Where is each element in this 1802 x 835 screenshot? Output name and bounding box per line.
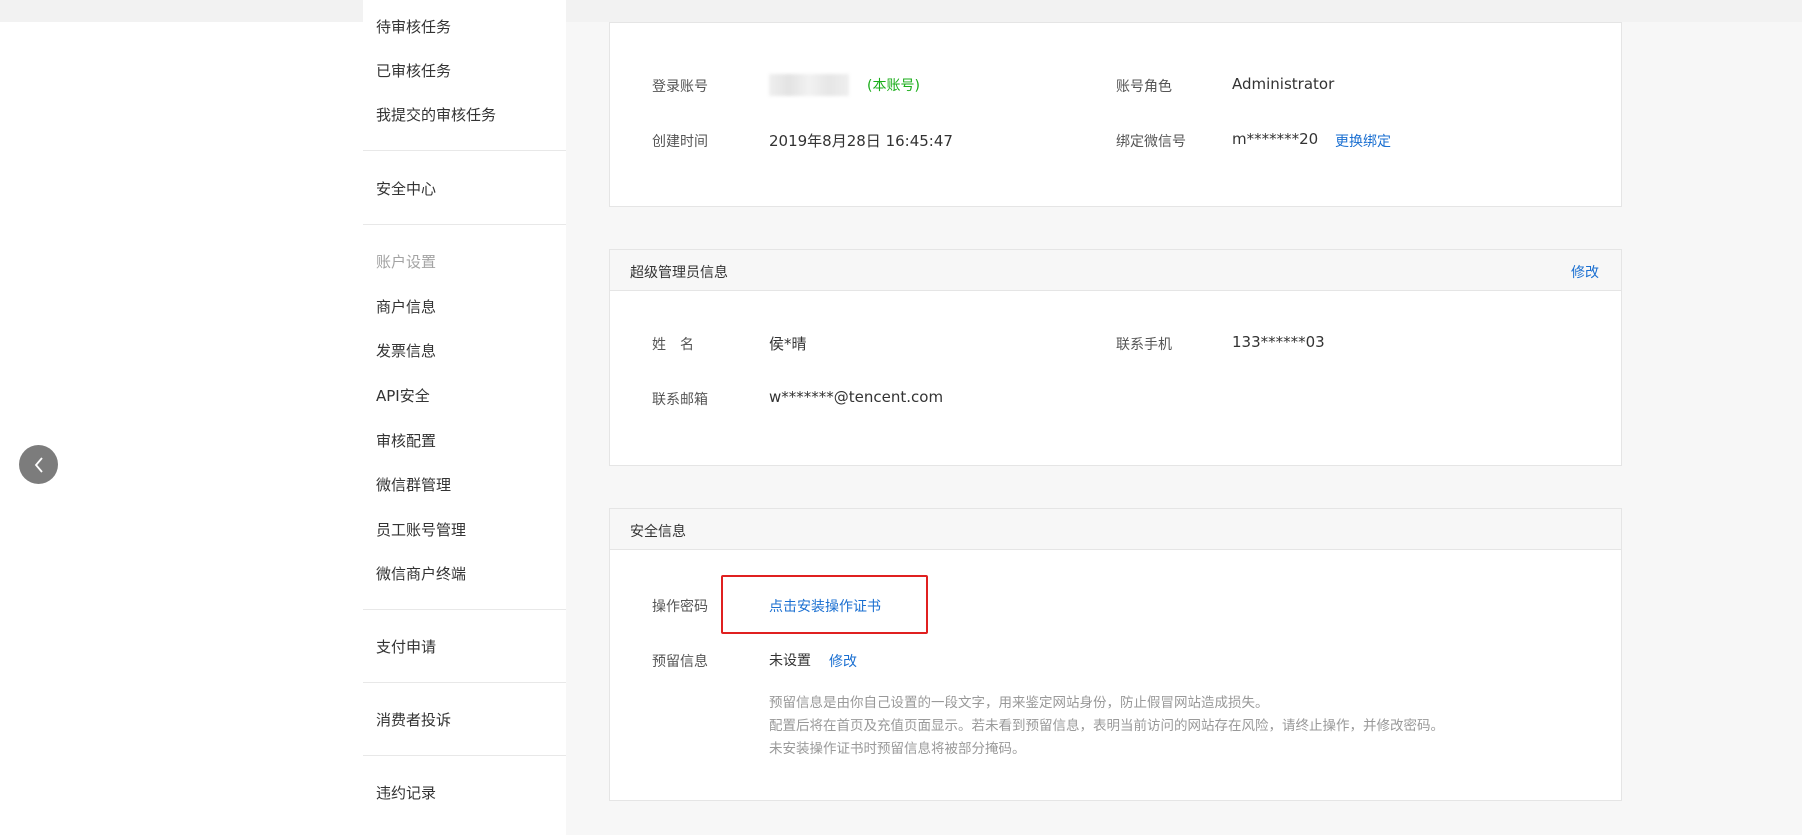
super-admin-card-title: 超级管理员信息	[630, 265, 728, 281]
admin-name-label: 姓 名	[652, 337, 694, 353]
sidebar-item-api-security[interactable]: API安全	[376, 385, 430, 406]
account-role-value: Administrator	[1232, 75, 1335, 93]
top-bar	[0, 0, 1802, 22]
account-role-label: 账号角色	[1116, 79, 1172, 95]
sidebar-item-my-submitted-tasks[interactable]: 我提交的审核任务	[376, 104, 496, 125]
login-account-label: 登录账号	[652, 79, 708, 95]
sidebar-item-pending-tasks[interactable]: 待审核任务	[376, 16, 451, 37]
bound-wechat-label: 绑定微信号	[1116, 134, 1186, 150]
super-admin-card-header: 超级管理员信息 修改	[610, 250, 1621, 291]
chevron-left-icon	[34, 456, 43, 473]
sidebar-divider	[363, 755, 566, 756]
sidebar-item-merchant-info[interactable]: 商户信息	[376, 296, 436, 317]
security-info-card-title: 安全信息	[630, 524, 686, 540]
sidebar-item-security-center[interactable]: 安全中心	[376, 178, 436, 199]
current-account-note: (本账号)	[867, 78, 920, 94]
security-info-card: 安全信息 操作密码 点击安装操作证书 预留信息 未设置 修改 预留信息是由你自己…	[609, 508, 1622, 801]
sidebar-divider	[363, 150, 566, 151]
bound-wechat-value: m*******20	[1232, 130, 1319, 148]
sidebar-item-consumer-complaints[interactable]: 消费者投诉	[376, 709, 451, 730]
sidebar-group-account-settings: 账户设置	[376, 253, 437, 271]
back-button[interactable]	[19, 445, 58, 484]
change-binding-link[interactable]: 更换绑定	[1335, 131, 1391, 151]
admin-email-value: w*******@tencent.com	[769, 388, 944, 406]
sidebar-divider	[363, 609, 566, 610]
admin-name-value: 侯*晴	[769, 335, 807, 353]
created-time-label: 创建时间	[652, 134, 708, 150]
operation-password-label: 操作密码	[652, 599, 708, 615]
sidebar-item-invoice-info[interactable]: 发票信息	[376, 340, 436, 361]
sidebar-item-review-config[interactable]: 审核配置	[376, 430, 436, 451]
highlight-annotation-box	[721, 575, 928, 634]
sidebar-divider	[363, 224, 566, 225]
admin-phone-label: 联系手机	[1116, 337, 1172, 353]
reserved-info-value: 未设置	[769, 653, 811, 669]
admin-email-label: 联系邮箱	[652, 392, 708, 408]
sidebar-item-payment-application[interactable]: 支付申请	[376, 636, 436, 657]
edit-reserved-info-link[interactable]: 修改	[829, 651, 857, 671]
reserved-info-hint-2: 配置后将在首页及充值页面显示。若未看到预留信息，表明当前访问的网站存在风险，请终…	[769, 718, 1444, 734]
sidebar: 待审核任务 已审核任务 我提交的审核任务 安全中心 账户设置 商户信息 发票信息…	[363, 0, 566, 835]
reserved-info-hint-1: 预留信息是由你自己设置的一段文字，用来鉴定网站身份，防止假冒网站造成损失。	[769, 695, 1269, 711]
sidebar-item-wechat-group-management[interactable]: 微信群管理	[376, 474, 451, 495]
account-info-card: 登录账号 (本账号) 账号角色 Administrator 创建时间 2019年…	[609, 22, 1622, 207]
created-time-value: 2019年8月28日 16:45:47	[769, 132, 953, 150]
reserved-info-label: 预留信息	[652, 654, 708, 670]
sidebar-item-violation-records[interactable]: 违约记录	[376, 782, 436, 803]
security-info-card-header: 安全信息	[610, 509, 1621, 550]
sidebar-item-staff-account-management[interactable]: 员工账号管理	[376, 519, 466, 540]
sidebar-item-wechat-merchant-terminal[interactable]: 微信商户终端	[376, 563, 466, 584]
sidebar-divider	[363, 682, 566, 683]
admin-phone-value: 133******03	[1232, 333, 1325, 351]
login-account-masked-value	[769, 74, 849, 96]
sidebar-item-reviewed-tasks[interactable]: 已审核任务	[376, 60, 451, 81]
reserved-info-hint-3: 未安装操作证书时预留信息将被部分掩码。	[769, 741, 1026, 757]
super-admin-card: 超级管理员信息 修改 姓 名 侯*晴 联系手机 133******03 联系邮箱…	[609, 249, 1622, 466]
edit-admin-link[interactable]: 修改	[1571, 262, 1599, 282]
